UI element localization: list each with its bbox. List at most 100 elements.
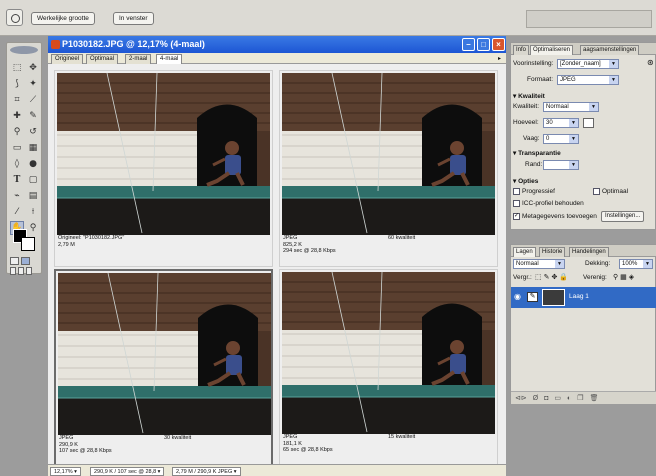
layer-thumbnail bbox=[542, 289, 565, 306]
lock-icons[interactable]: ⬚✎✥🔒 bbox=[535, 273, 570, 281]
settings-button[interactable]: Instellingen... bbox=[601, 211, 645, 222]
screen-mode-full-icon[interactable] bbox=[26, 267, 32, 275]
quality-select[interactable]: Normaal ▼ bbox=[543, 102, 599, 112]
document-status-bar: 12,17% ▾ 290,9 K / 107 sec @ 28,8 ▾ 2,79… bbox=[48, 464, 506, 476]
tab-actions[interactable]: Handelingen bbox=[569, 247, 609, 257]
progressive-checkbox[interactable] bbox=[513, 188, 520, 195]
background-color-swatch[interactable] bbox=[21, 237, 35, 251]
close-icon[interactable]: × bbox=[492, 38, 505, 51]
screen-mode-menu-icon[interactable] bbox=[18, 267, 24, 275]
matte-select[interactable]: ▼ bbox=[543, 160, 579, 170]
pen-tool-icon[interactable]: ⌁ bbox=[10, 189, 24, 203]
info-dropdown-1[interactable]: 290,9 K / 107 sec @ 28,8 ▾ bbox=[90, 467, 165, 476]
pane-caption-line3: 65 sec @ 28,8 Kbps bbox=[283, 447, 333, 453]
history-brush-tool-icon[interactable]: ↺ bbox=[26, 125, 40, 139]
document-title-bar[interactable]: P1030182.JPG @ 12,17% (4-maal) – □ × bbox=[48, 36, 506, 53]
tab-optimized[interactable]: Optimaal bbox=[86, 54, 119, 64]
link-layers-icon[interactable]: ⊲⊳ bbox=[515, 394, 527, 402]
tab-layers[interactable]: Lagen bbox=[513, 247, 536, 257]
marquee-tool-icon[interactable]: ⬚ bbox=[10, 61, 24, 75]
optimize-menu-icon[interactable]: ⊛ bbox=[647, 58, 654, 67]
trash-icon[interactable]: 🗑 bbox=[590, 394, 599, 402]
measure-tool-icon[interactable]: ⟊ bbox=[26, 205, 40, 219]
metadata-checkbox[interactable]: ✓ bbox=[513, 213, 520, 220]
pane-caption-line3: 294 sec @ 28,8 Kbps bbox=[283, 248, 336, 254]
unify-icons[interactable]: ⚲▦◈ bbox=[613, 273, 636, 281]
eraser-tool-icon[interactable]: ▭ bbox=[10, 141, 24, 155]
tab-info[interactable]: Info bbox=[513, 45, 530, 55]
dodge-tool-icon[interactable]: ● bbox=[26, 157, 40, 171]
transparency-section-header[interactable]: ▾ Transparantie bbox=[513, 149, 561, 157]
gradient-tool-icon[interactable]: ▦ bbox=[26, 141, 40, 155]
preview-pane-2[interactable]: JPEG 825,2 K 294 sec @ 28,8 Kbps 60 kwal… bbox=[279, 70, 498, 267]
blend-mode-select[interactable]: Normaal ▼ bbox=[513, 259, 565, 269]
blur-tool-icon[interactable]: ◊ bbox=[10, 157, 24, 171]
layer-row[interactable]: ◉ ✎ Laag 1 bbox=[511, 287, 656, 308]
adjustment-layer-icon[interactable]: ◐ bbox=[567, 395, 571, 402]
quick-mask-mode-icon[interactable] bbox=[21, 257, 30, 265]
icc-profile-checkbox[interactable] bbox=[513, 200, 520, 207]
preview-pane-original[interactable]: Origineel: "P1030182.JPG" 2,79 M bbox=[54, 70, 273, 267]
standard-mode-icon[interactable] bbox=[10, 257, 19, 265]
brush-link-icon[interactable]: ✎ bbox=[527, 292, 538, 302]
document-window: P1030182.JPG @ 12,17% (4-maal) – □ × Ori… bbox=[48, 36, 506, 476]
magic-wand-tool-icon[interactable]: ✦ bbox=[26, 77, 40, 91]
toolbox-header-icon[interactable] bbox=[10, 46, 38, 54]
eye-icon[interactable]: ◉ bbox=[514, 292, 523, 301]
screen-mode-icon[interactable] bbox=[10, 267, 16, 275]
mask-icon[interactable] bbox=[583, 118, 594, 128]
new-group-icon[interactable]: ▭ bbox=[554, 394, 561, 402]
maximize-icon[interactable]: □ bbox=[477, 38, 490, 51]
tab-history[interactable]: Historie bbox=[539, 247, 566, 257]
tab-original[interactable]: Origineel bbox=[51, 54, 84, 64]
minimize-icon[interactable]: – bbox=[462, 38, 475, 51]
chevron-down-icon: ▼ bbox=[555, 260, 564, 268]
info-dropdown-2[interactable]: 2,79 M / 290,9 K JPEG ▾ bbox=[172, 467, 241, 476]
crop-tool-icon[interactable]: ⌗ bbox=[10, 93, 24, 107]
opacity-input[interactable]: 100% ▼ bbox=[619, 259, 653, 269]
healing-brush-tool-icon[interactable]: ✚ bbox=[10, 109, 24, 123]
slice-tool-icon[interactable]: ⟋ bbox=[26, 93, 40, 107]
layer-style-icon[interactable]: Ø bbox=[533, 395, 538, 402]
type-tool-icon[interactable]: T bbox=[10, 173, 24, 187]
preview-canvas: Origineel: "P1030182.JPG" 2,79 M JPEG 82… bbox=[48, 64, 506, 466]
layer-mask-icon[interactable]: ◘ bbox=[544, 395, 548, 402]
tool-preset-icon[interactable] bbox=[6, 9, 23, 26]
chevron-down-icon: ▼ bbox=[643, 260, 652, 268]
preview-image bbox=[57, 73, 270, 235]
actual-pixels-button[interactable]: Werkelijke grootte bbox=[31, 12, 95, 25]
brush-tool-icon[interactable]: ✎ bbox=[26, 109, 40, 123]
unify-label: Verenig: bbox=[583, 274, 607, 281]
notes-tool-icon[interactable]: ▤ bbox=[26, 189, 40, 203]
amount-input[interactable]: 30 ▼ bbox=[543, 118, 579, 128]
new-layer-icon[interactable]: ❐ bbox=[577, 394, 583, 402]
lasso-tool-icon[interactable]: ⟆ bbox=[10, 77, 24, 91]
tabs-scroll-arrow-icon[interactable]: ▸ bbox=[498, 55, 501, 62]
optimized-checkbox[interactable] bbox=[593, 188, 600, 195]
pane-quality: 15 kwaliteit bbox=[388, 434, 416, 440]
tab-optimize[interactable]: Optimaliseren bbox=[530, 45, 574, 55]
tab-2-up[interactable]: 2-maal bbox=[125, 54, 152, 64]
toolbox: ⬚ ✥ ⟆ ✦ ⌗ ⟋ ✚ ✎ ⚲ ↺ ▭ ▦ ◊ ● T ▢ ⌁ ▤ ⁄ ⟊ … bbox=[6, 42, 42, 275]
stamp-tool-icon[interactable]: ⚲ bbox=[10, 125, 24, 139]
zoom-dropdown[interactable]: 12,17% ▾ bbox=[50, 467, 81, 476]
tab-layer-comps[interactable]: aagsamenstellingen bbox=[580, 45, 640, 55]
format-select[interactable]: JPEG ▼ bbox=[557, 75, 619, 85]
fit-window-button[interactable]: In venster bbox=[113, 12, 154, 25]
tab-4-up[interactable]: 4-maal bbox=[156, 54, 183, 64]
move-tool-icon[interactable]: ✥ bbox=[26, 61, 40, 75]
lock-label: Vergr.: bbox=[513, 274, 532, 281]
pane-caption-line3: 107 sec @ 28,8 Kbps bbox=[59, 448, 112, 454]
preview-pane-4[interactable]: JPEG 181,1 K 65 sec @ 28,8 Kbps 15 kwali… bbox=[279, 269, 498, 466]
pane-quality: 60 kwaliteit bbox=[388, 235, 416, 241]
palette-well bbox=[526, 10, 652, 28]
zoom-tool-icon[interactable]: ⚲ bbox=[26, 221, 40, 235]
options-section-header[interactable]: ▾ Opties bbox=[513, 177, 538, 185]
preset-select[interactable]: [Zonder_naam] ▼ bbox=[557, 59, 619, 69]
blur-input[interactable]: 0 ▼ bbox=[543, 134, 579, 144]
quality-section-header[interactable]: ▾ Kwaliteit bbox=[513, 92, 545, 100]
pane-quality: 30 kwaliteit bbox=[164, 435, 192, 441]
shape-tool-icon[interactable]: ▢ bbox=[26, 173, 40, 187]
preview-pane-3-selected[interactable]: JPEG 290,9 K 107 sec @ 28,8 Kbps 30 kwal… bbox=[54, 269, 273, 466]
eyedropper-tool-icon[interactable]: ⁄ bbox=[10, 205, 24, 219]
